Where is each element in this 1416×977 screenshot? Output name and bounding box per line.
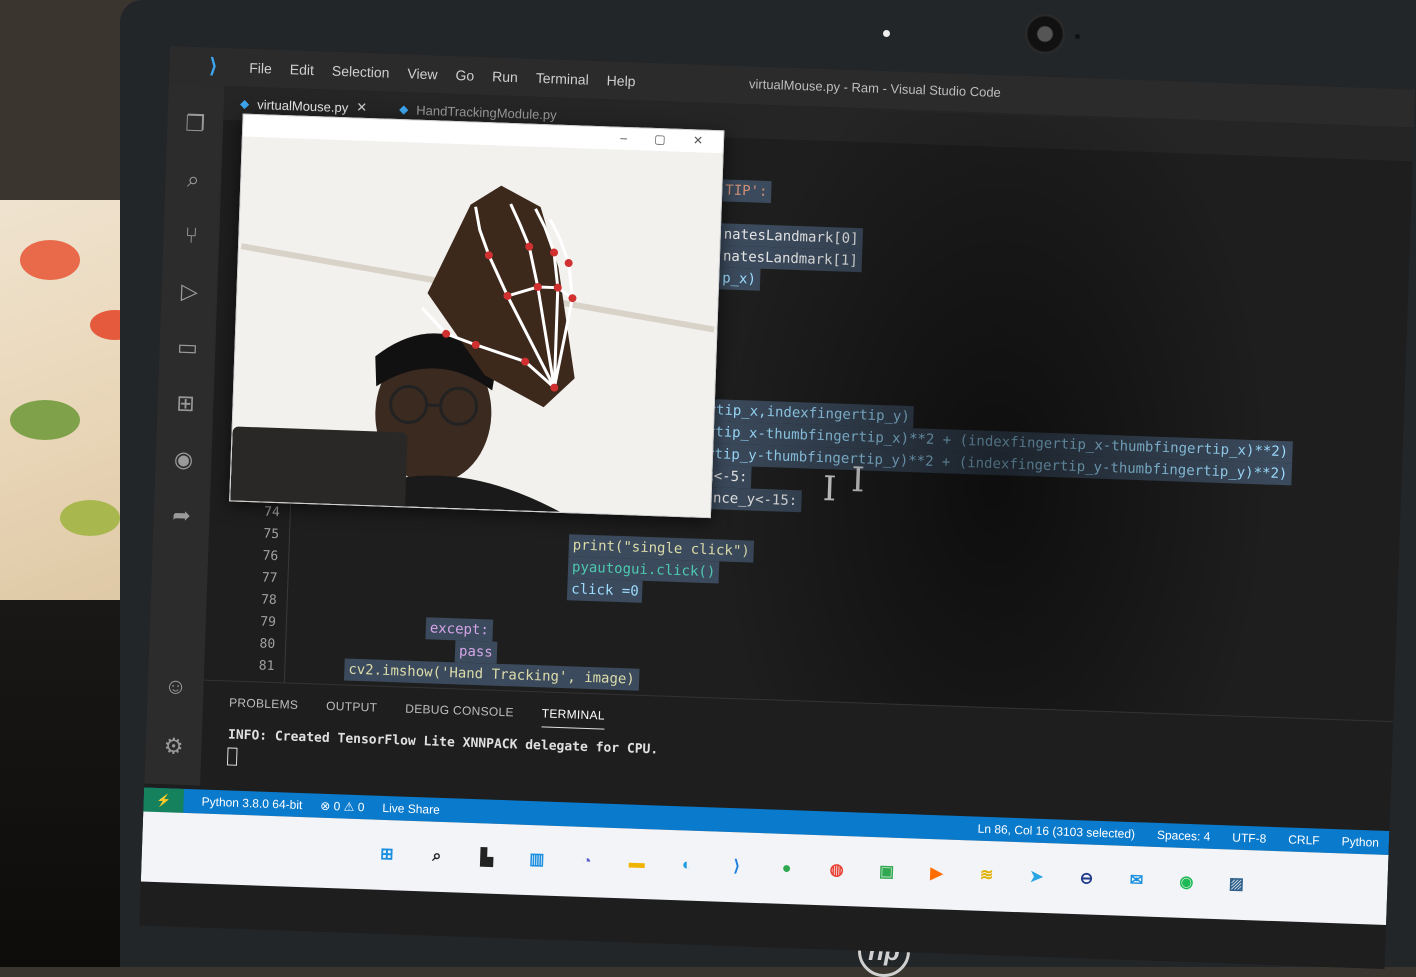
- code-line: except:: [425, 617, 493, 641]
- chrome-icon[interactable]: ◍: [823, 857, 850, 884]
- problems-count[interactable]: ⊗ 0 ⚠ 0: [320, 799, 365, 815]
- camera-frame: [230, 137, 722, 518]
- code-text: TIP':: [725, 182, 768, 199]
- code-text: ance_y<-15:: [704, 490, 797, 509]
- laptop-screen: ⟩ File Edit Selection View Go Run Termin…: [139, 46, 1415, 969]
- line-number: 80: [235, 633, 276, 656]
- line-number: 78: [236, 589, 277, 612]
- menu-file[interactable]: File: [249, 60, 272, 77]
- terminal-output: INFO: Created TensorFlow Lite XNNPACK de…: [228, 727, 659, 757]
- tab-output[interactable]: OUTPUT: [326, 699, 378, 722]
- line-number: 77: [237, 567, 278, 590]
- terminal-cursor[interactable]: [227, 747, 238, 765]
- search-icon[interactable]: ⌕: [423, 843, 450, 870]
- code-text: pyautogui.click(): [572, 559, 716, 580]
- python-file-icon: ◆: [399, 102, 409, 116]
- source-control-icon[interactable]: ⑂: [174, 218, 209, 253]
- blanket-leaf: [10, 400, 80, 440]
- code-fragment: ance_y<-15:: [700, 487, 801, 513]
- code-line: click =0: [567, 578, 643, 603]
- live-share-icon[interactable]: ➦: [164, 498, 199, 533]
- python-file-icon: ◆: [240, 96, 250, 110]
- blanket-flower: [20, 240, 80, 280]
- code-fragment: TIP':: [721, 179, 772, 203]
- photos-icon[interactable]: ▨: [1223, 871, 1250, 898]
- menu-selection[interactable]: Selection: [332, 63, 390, 81]
- menu-edit[interactable]: Edit: [290, 61, 315, 78]
- remote-explorer-icon[interactable]: ▭: [170, 330, 205, 365]
- menu-terminal[interactable]: Terminal: [536, 70, 589, 88]
- phone: [230, 426, 407, 512]
- widgets-icon[interactable]: ▥: [523, 847, 550, 874]
- vscode-logo-icon: ⟩: [209, 55, 232, 78]
- mail-icon[interactable]: ✉: [1123, 868, 1150, 895]
- encoding[interactable]: UTF-8: [1232, 831, 1266, 846]
- cursor-position[interactable]: Ln 86, Col 16 (3103 selected): [977, 822, 1135, 841]
- menu-run[interactable]: Run: [492, 68, 518, 85]
- run-debug-icon[interactable]: ▷: [172, 274, 207, 309]
- line-number: 81: [234, 655, 275, 678]
- code-text: cv2.imshow('Hand Tracking', image): [348, 662, 635, 688]
- line-number: 76: [238, 545, 279, 568]
- code-fragment: p_x): [718, 267, 760, 290]
- tab-problems[interactable]: PROBLEMS: [229, 695, 299, 718]
- explorer-icon[interactable]: ❐: [178, 106, 213, 141]
- app-icon[interactable]: ⊖: [1073, 866, 1100, 893]
- line-number: 74: [239, 501, 280, 524]
- camera-led: [883, 30, 890, 37]
- python-interpreter[interactable]: Python 3.8.0 64-bit: [201, 795, 302, 813]
- telegram-icon[interactable]: ➤: [1023, 864, 1050, 891]
- media-icon[interactable]: ▶: [923, 861, 950, 888]
- close-icon[interactable]: ✕: [356, 100, 367, 116]
- menu-go[interactable]: Go: [455, 67, 474, 84]
- window-controls[interactable]: – ▢ ✕: [620, 131, 715, 148]
- indentation[interactable]: Spaces: 4: [1157, 828, 1211, 844]
- remote-indicator-icon[interactable]: ⚡: [143, 788, 184, 813]
- settings-gear-icon[interactable]: ⚙: [156, 729, 191, 764]
- code-text: except:: [430, 620, 490, 638]
- code-text: print("single click"): [573, 537, 750, 559]
- app-icon[interactable]: ●: [773, 856, 800, 883]
- indent-guide: [284, 502, 291, 682]
- line-ending[interactable]: CRLF: [1288, 833, 1320, 848]
- window-title: virtualMouse.py - Ram - Visual Studio Co…: [749, 76, 1001, 100]
- extensions-icon[interactable]: ⊞: [168, 386, 203, 421]
- layers-icon[interactable]: ≋: [973, 863, 1000, 890]
- spotify-icon[interactable]: ◉: [1173, 870, 1200, 897]
- code-text: p_x): [722, 270, 756, 287]
- text-cursor-icon: I: [822, 469, 837, 509]
- start-icon[interactable]: ⊞: [373, 842, 400, 869]
- language-mode[interactable]: Python: [1341, 834, 1379, 849]
- account-icon[interactable]: ☺: [158, 669, 193, 704]
- store-icon[interactable]: ▣: [873, 859, 900, 886]
- edge-icon[interactable]: ◐: [673, 852, 700, 879]
- tab-terminal[interactable]: TERMINAL: [541, 706, 605, 729]
- tab-debug-console[interactable]: DEBUG CONSOLE: [405, 702, 514, 727]
- chat-icon[interactable]: ◔: [573, 849, 600, 876]
- code-text: natesLandmark[1]: [723, 248, 858, 269]
- vscode-taskbar-icon[interactable]: ⟩: [723, 854, 750, 881]
- menu-help[interactable]: Help: [606, 72, 635, 89]
- webcam: [1025, 14, 1065, 54]
- code-text: natesLandmark[0]: [723, 226, 858, 247]
- code-line: pass: [455, 640, 497, 663]
- camera-feed: [230, 137, 722, 518]
- tab-label: HandTrackingModule.py: [416, 102, 557, 122]
- live-share-button[interactable]: Live Share: [382, 801, 440, 817]
- text-cursor-icon: I: [851, 460, 866, 500]
- file-explorer-icon[interactable]: ▬: [623, 850, 650, 877]
- camera-sensor: [1075, 34, 1080, 39]
- blanket-leaf: [60, 500, 120, 536]
- search-icon[interactable]: ⌕: [176, 162, 211, 197]
- tab-label: virtualMouse.py: [257, 97, 349, 115]
- line-number: 75: [239, 523, 280, 546]
- code-text: pass: [459, 643, 493, 660]
- menu-view[interactable]: View: [407, 65, 438, 82]
- code-text: click =0: [571, 581, 639, 599]
- github-icon[interactable]: ◉: [166, 442, 201, 477]
- task-view-icon[interactable]: ▙: [473, 845, 500, 872]
- hand-tracking-window[interactable]: – ▢ ✕: [229, 114, 724, 519]
- line-number: 79: [236, 611, 277, 634]
